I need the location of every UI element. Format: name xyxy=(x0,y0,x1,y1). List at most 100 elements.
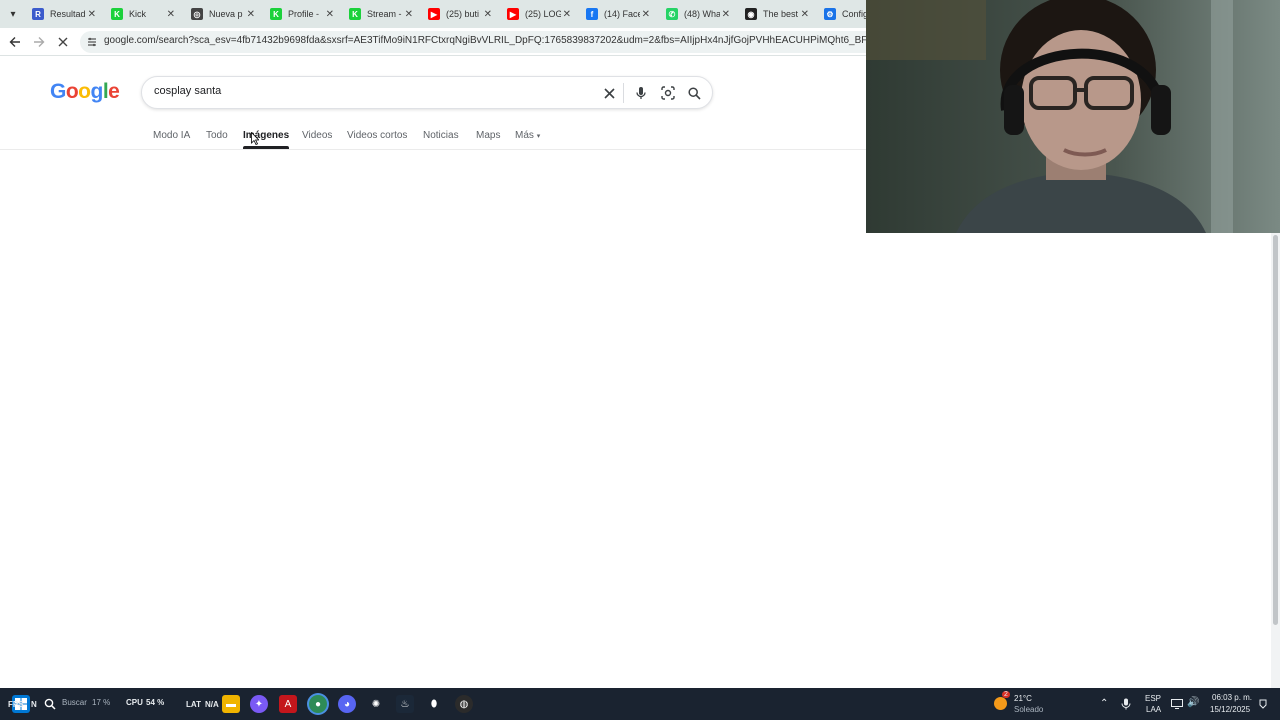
search-by-image-button[interactable] xyxy=(660,85,676,101)
fps-overlay-n: N xyxy=(31,700,37,709)
tab-close-icon[interactable]: ✕ xyxy=(247,9,255,20)
gpu-overlay-value: 17 % xyxy=(92,698,111,707)
search-submit-button[interactable] xyxy=(686,85,702,101)
tab-close-icon[interactable]: ✕ xyxy=(801,9,809,20)
tab-favicon-icon: K xyxy=(111,8,123,20)
tab-maps[interactable]: Maps xyxy=(476,130,500,141)
forward-button[interactable] xyxy=(30,33,48,51)
page-scrollbar[interactable] xyxy=(1271,233,1280,688)
clock-date[interactable]: 15/12/2025 xyxy=(1210,705,1250,714)
browser-tab[interactable]: ✆ (48) Wha ✕ xyxy=(660,3,736,25)
microphone-icon xyxy=(636,87,646,99)
back-button[interactable] xyxy=(6,33,24,51)
tab-title: (14) Face xyxy=(604,9,640,19)
scrollbar-thumb[interactable] xyxy=(1273,235,1278,625)
app-circle-icon[interactable]: ◍ xyxy=(455,695,473,713)
tab-title: Stream - xyxy=(367,9,402,19)
stop-loading-button[interactable] xyxy=(54,33,72,51)
weather-widget[interactable]: 2 21°C Soleado xyxy=(992,691,1052,716)
tab-favicon-icon: K xyxy=(270,8,282,20)
tab-mas-label: Más xyxy=(515,130,534,141)
mouse-cursor-icon xyxy=(251,132,259,145)
windows-taskbar: FPS N Buscar 17 % CPU 54 % LAT N/A ▬ ✦ A… xyxy=(0,688,1280,720)
weather-desc: Soleado xyxy=(1014,705,1044,714)
language-bottom[interactable]: LAA xyxy=(1146,705,1161,714)
microphone-icon[interactable] xyxy=(1121,698,1131,710)
copilot-icon[interactable]: ✦ xyxy=(250,695,268,713)
taskbar-search-placeholder: Buscar xyxy=(62,698,87,707)
close-icon xyxy=(603,87,615,99)
weather-badge: 2 xyxy=(1002,691,1010,698)
tab-todo[interactable]: Todo xyxy=(206,130,228,141)
chevron-up-icon[interactable]: ⌃ xyxy=(1100,698,1108,709)
browser-tab[interactable]: ◎ Nueva p ✕ xyxy=(185,3,261,25)
search-input[interactable] xyxy=(154,85,574,97)
browser-tab[interactable]: K Stream - ✕ xyxy=(343,3,419,25)
network-icon[interactable] xyxy=(1171,699,1183,709)
tab-title: Nueva p xyxy=(209,9,243,19)
voice-search-button[interactable] xyxy=(633,85,649,101)
sun-icon xyxy=(994,697,1007,710)
tab-close-icon[interactable]: ✕ xyxy=(484,9,492,20)
fps-overlay-label: FPS xyxy=(8,700,24,709)
browser-tab[interactable]: R Resultad ✕ xyxy=(26,3,102,25)
tab-close-icon[interactable]: ✕ xyxy=(167,9,175,20)
tab-title: Kick xyxy=(129,9,147,19)
browser-tab[interactable]: K Kick ✕ xyxy=(105,3,181,25)
google-doodle-logo[interactable]: Google xyxy=(50,80,120,104)
mouse-app-icon[interactable]: ⬮ xyxy=(425,695,443,713)
weather-temp: 21°C xyxy=(1014,694,1032,703)
tab-title: The best xyxy=(763,9,799,19)
taskbar-search[interactable]: Buscar 17 % CPU 54 % xyxy=(42,695,182,713)
lens-icon xyxy=(661,86,675,100)
search-icon xyxy=(44,698,56,710)
tab-videos[interactable]: Videos xyxy=(302,130,332,141)
tab-close-icon[interactable]: ✕ xyxy=(563,9,571,20)
tab-videos-cortos[interactable]: Videos cortos xyxy=(347,130,407,141)
na-overlay-value: N/A xyxy=(205,700,219,709)
volume-icon[interactable]: 🔊 xyxy=(1187,697,1199,708)
tab-title: Resultad xyxy=(50,9,86,19)
browser-tab[interactable]: ◉ The best ✕ xyxy=(739,3,815,25)
clear-search-button[interactable] xyxy=(601,85,617,101)
tab-close-icon[interactable]: ✕ xyxy=(642,9,650,20)
tab-imagenes[interactable]: Imágenes xyxy=(243,130,290,149)
lat-overlay-label: LAT xyxy=(186,700,201,709)
notifications-icon[interactable] xyxy=(1258,699,1268,709)
chatgpt-icon[interactable]: ✺ xyxy=(367,695,385,713)
browser-tab[interactable]: f (14) Face ✕ xyxy=(580,3,656,25)
tab-search-chevron-icon[interactable]: ▾ xyxy=(4,5,22,23)
tab-favicon-icon: K xyxy=(349,8,361,20)
tab-close-icon[interactable]: ✕ xyxy=(722,9,730,20)
browser-tab[interactable]: ▶ (25) buti ✕ xyxy=(422,3,498,25)
browser-tab[interactable]: K Profile - ✕ xyxy=(264,3,340,25)
site-info-icon[interactable] xyxy=(86,36,98,48)
tab-modo-ia[interactable]: Modo IA xyxy=(153,130,190,141)
chrome-icon[interactable]: ● xyxy=(309,695,327,713)
browser-tab[interactable]: ▶ (25) LOG ✕ xyxy=(501,3,577,25)
tab-close-icon[interactable]: ✕ xyxy=(326,9,334,20)
back-arrow-icon xyxy=(9,37,20,47)
tab-close-icon[interactable]: ✕ xyxy=(405,9,413,20)
search-divider xyxy=(623,83,624,103)
cpu-overlay-label: CPU xyxy=(126,698,143,707)
tab-noticias[interactable]: Noticias xyxy=(423,130,459,141)
tab-favicon-icon: ◉ xyxy=(745,8,757,20)
tab-close-icon[interactable]: ✕ xyxy=(88,9,96,20)
search-icon xyxy=(687,86,701,100)
caret-down-icon: ▾ xyxy=(536,133,541,140)
tab-favicon-icon: ⚙ xyxy=(824,8,836,20)
tab-favicon-icon: ▶ xyxy=(507,8,519,20)
tab-mas[interactable]: Más ▾ xyxy=(515,130,540,141)
clock-time[interactable]: 06:03 p. m. xyxy=(1212,693,1252,702)
tab-title: (48) Wha xyxy=(684,9,720,19)
tab-title: Profile - xyxy=(288,9,320,19)
discord-icon[interactable]: ◕ xyxy=(338,695,356,713)
acrobat-icon[interactable]: A xyxy=(279,695,297,713)
tab-favicon-icon: ✆ xyxy=(666,8,678,20)
file-explorer-icon[interactable]: ▬ xyxy=(222,695,240,713)
language-top[interactable]: ESP xyxy=(1145,694,1161,703)
webcam-overlay xyxy=(866,0,1280,233)
tab-favicon-icon: f xyxy=(586,8,598,20)
steam-icon[interactable]: ♨ xyxy=(396,695,414,713)
